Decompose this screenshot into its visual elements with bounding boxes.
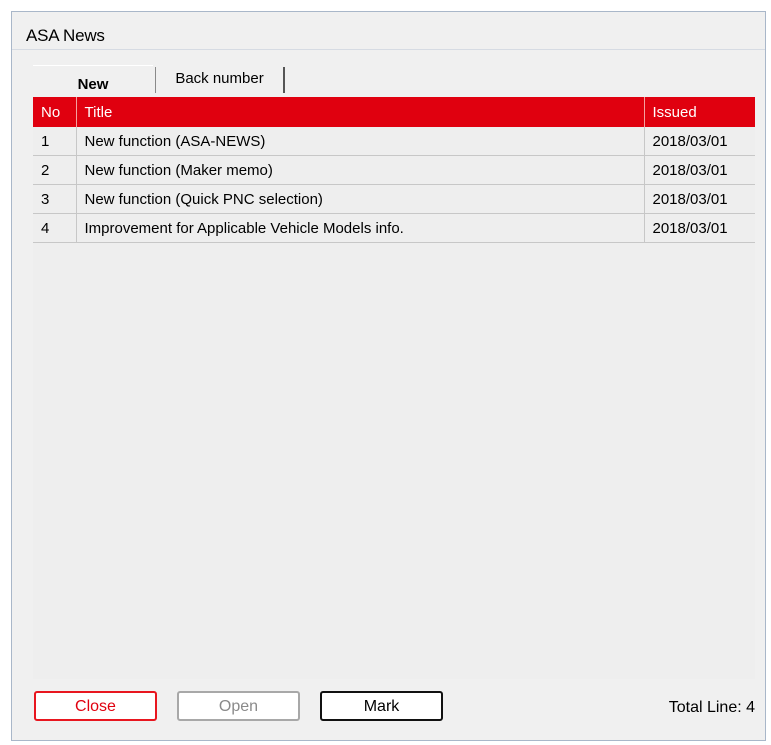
table-row[interactable]: 4 Improvement for Applicable Vehicle Mod… <box>33 213 755 243</box>
tab-new[interactable]: New <box>33 65 153 100</box>
asa-news-window: ASA News New Back number No Title Issued… <box>11 11 766 741</box>
cell-no: 2 <box>33 155 77 185</box>
cell-title: New function (Maker memo) <box>76 155 645 185</box>
cell-issued: 2018/03/01 <box>644 155 755 185</box>
tab-strip: New Back number <box>33 65 333 100</box>
table-row[interactable]: 1 New function (ASA-NEWS) 2018/03/01 <box>33 127 755 156</box>
mark-button[interactable]: Mark <box>320 691 443 721</box>
cell-no: 4 <box>33 213 77 243</box>
cell-title: New function (Quick PNC selection) <box>76 184 645 214</box>
open-button[interactable]: Open <box>177 691 300 721</box>
news-table-area: No Title Issued 1 New function (ASA-NEWS… <box>33 97 755 679</box>
cell-issued: 2018/03/01 <box>644 213 755 243</box>
table-row[interactable]: 2 New function (Maker memo) 2018/03/01 <box>33 155 755 185</box>
cell-title: Improvement for Applicable Vehicle Model… <box>76 213 645 243</box>
close-button[interactable]: Close <box>34 691 157 721</box>
column-header-no[interactable]: No <box>33 97 77 127</box>
cell-no: 3 <box>33 184 77 214</box>
cell-issued: 2018/03/01 <box>644 184 755 214</box>
news-table: No Title Issued 1 New function (ASA-NEWS… <box>33 97 755 243</box>
column-header-issued[interactable]: Issued <box>644 97 755 127</box>
window-title-bar: ASA News <box>12 12 765 50</box>
table-header-row: No Title Issued <box>33 97 755 127</box>
window-footer: Close Open Mark Total Line: 4 <box>12 678 765 740</box>
window-title: ASA News <box>26 26 105 45</box>
cell-issued: 2018/03/01 <box>644 127 755 156</box>
cell-no: 1 <box>33 127 77 156</box>
tab-back-number[interactable]: Back number <box>155 67 285 93</box>
column-header-title[interactable]: Title <box>76 97 645 127</box>
table-row[interactable]: 3 New function (Quick PNC selection) 201… <box>33 184 755 214</box>
total-line-count: Total Line: 4 <box>668 699 755 716</box>
cell-title: New function (ASA-NEWS) <box>76 127 645 156</box>
